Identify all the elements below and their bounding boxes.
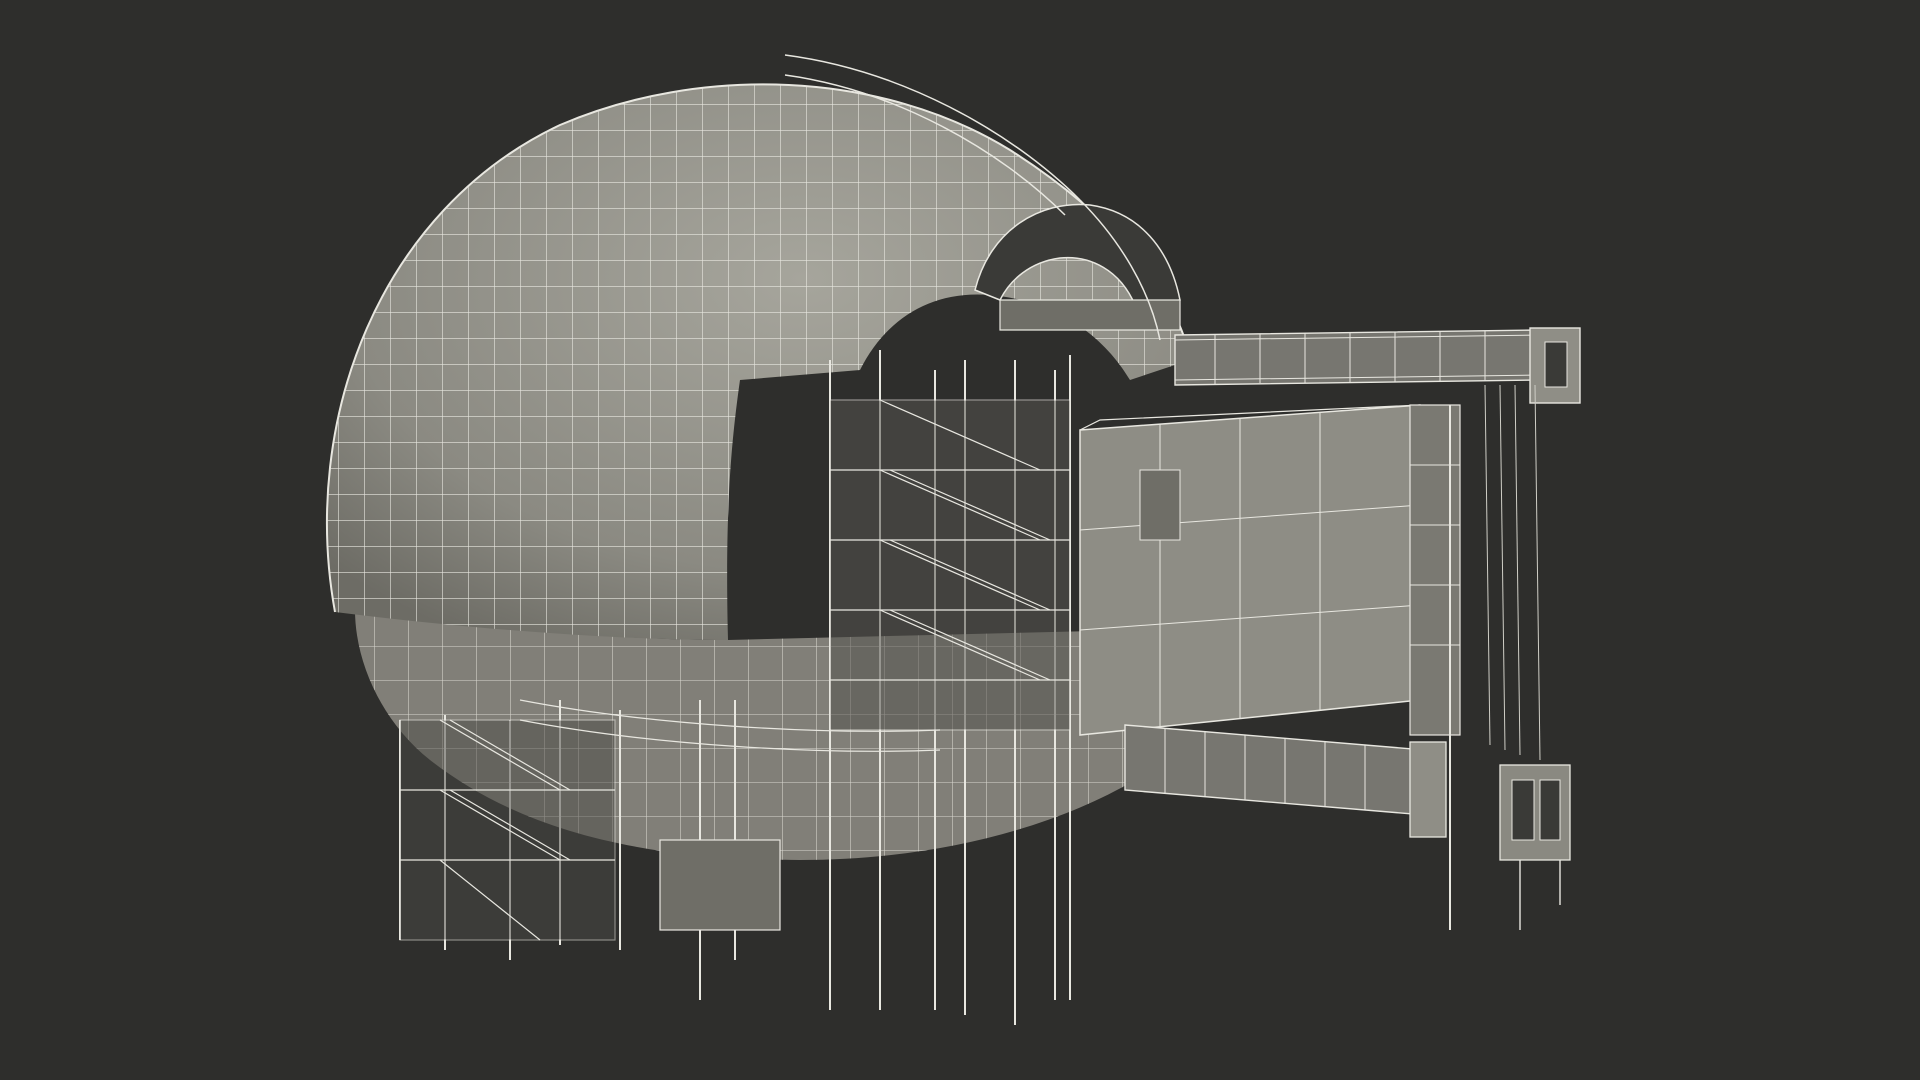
left-stairs [399,719,616,941]
render-viewport [0,0,1920,1080]
wireframe-model [325,54,1581,1025]
suspension-cables [1484,384,1541,761]
right-pavilion [1499,764,1571,930]
right-tower [1409,404,1461,736]
upper-skybridge [1174,327,1581,404]
pedestal-block [659,839,781,931]
main-block [1079,404,1421,736]
lower-skybridge [1124,724,1447,838]
stair-tower [829,399,1071,731]
